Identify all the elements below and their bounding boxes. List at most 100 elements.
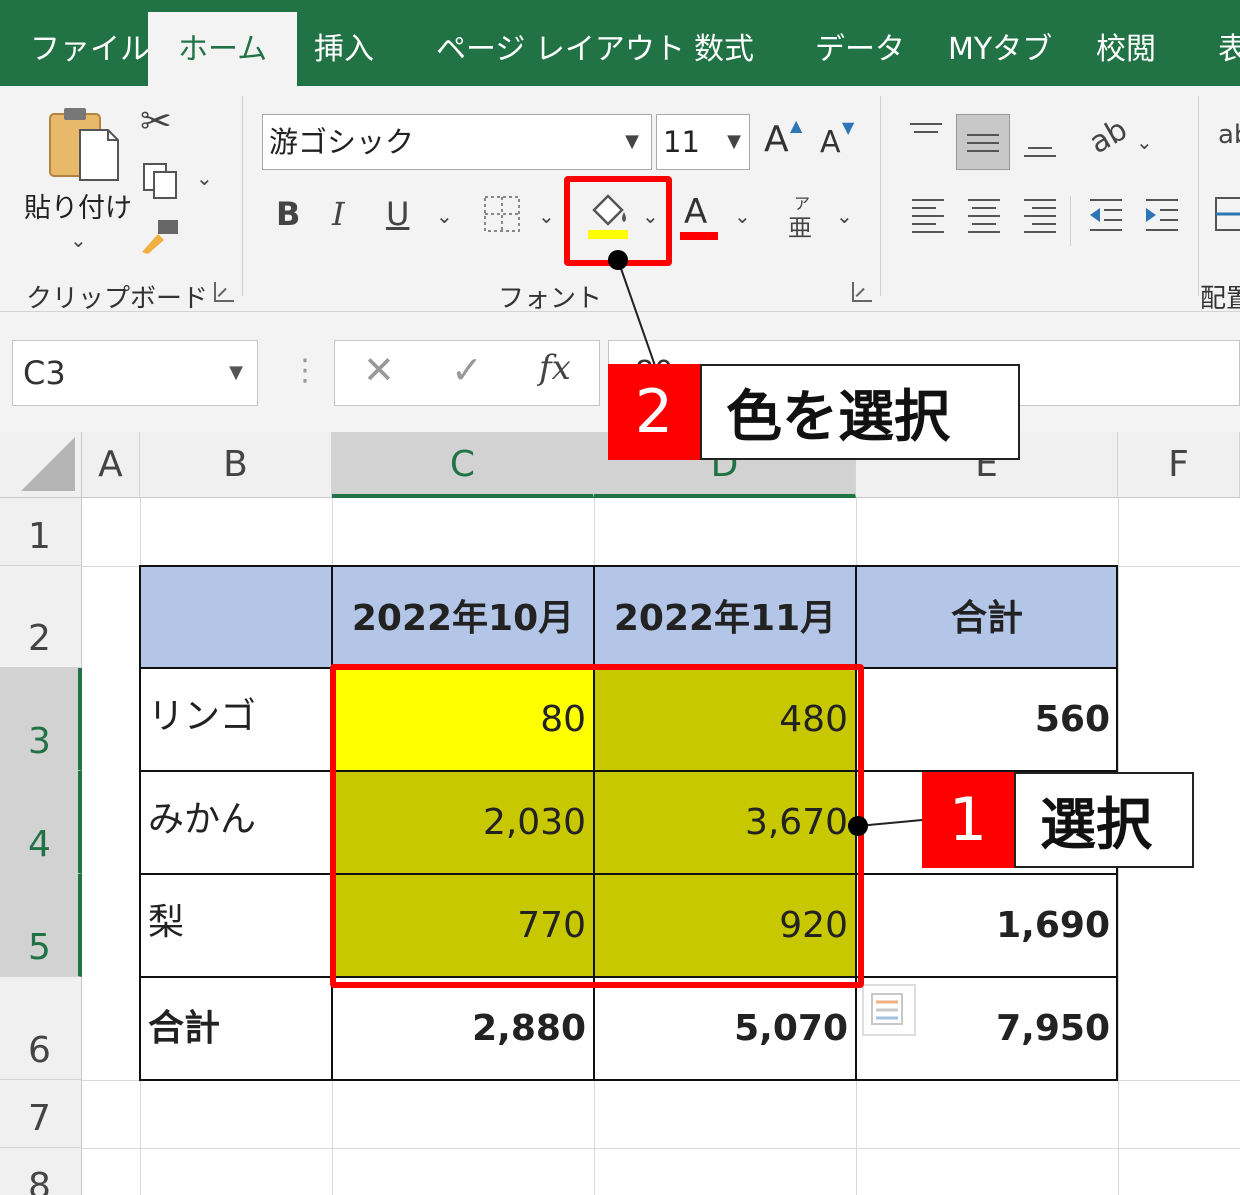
font-color-button[interactable]: A bbox=[680, 192, 720, 240]
column-header-a[interactable]: A bbox=[82, 432, 140, 498]
column-header-c[interactable]: C bbox=[332, 432, 594, 498]
group-separator bbox=[242, 96, 243, 296]
phonetic-base: 亜 bbox=[788, 214, 812, 242]
cell-c6[interactable]: 2,880 bbox=[332, 977, 594, 1080]
clipboard-dialog-launcher-icon[interactable] bbox=[214, 282, 234, 302]
row-header-7[interactable]: 7 bbox=[0, 1080, 82, 1148]
font-dialog-launcher-icon[interactable] bbox=[852, 282, 872, 302]
font-color-dropdown-chevron-icon[interactable]: ⌄ bbox=[734, 206, 751, 226]
copy-dropdown-chevron-icon[interactable]: ⌄ bbox=[196, 168, 213, 188]
align-top-icon[interactable] bbox=[906, 120, 946, 150]
name-box-dropdown-icon: ▼ bbox=[229, 362, 243, 383]
cell-d6[interactable]: 5,070 bbox=[594, 977, 856, 1080]
shrink-font-button[interactable]: A ▼ bbox=[820, 118, 854, 158]
alignment-group-label: 配置 bbox=[1200, 284, 1240, 314]
font-size-dropdown-icon: ▼ bbox=[727, 131, 741, 152]
cell-e5[interactable]: 1,690 bbox=[856, 874, 1118, 977]
tab-home[interactable]: ホーム bbox=[148, 12, 298, 88]
orientation-icon[interactable]: ab bbox=[1084, 112, 1134, 161]
italic-button[interactable]: I bbox=[332, 198, 345, 230]
cell-b6[interactable]: 合計 bbox=[140, 977, 332, 1080]
align-center-icon[interactable] bbox=[964, 194, 1004, 234]
underline-button[interactable]: U bbox=[386, 198, 409, 230]
phonetic-dropdown-chevron-icon[interactable]: ⌄ bbox=[836, 206, 853, 226]
phonetic-guide-button[interactable]: ア 亜 bbox=[788, 190, 818, 242]
group-separator bbox=[1198, 96, 1199, 296]
row-header-1[interactable]: 1 bbox=[0, 498, 82, 566]
name-box-value: C3 bbox=[23, 354, 66, 392]
insert-function-icon[interactable]: fx bbox=[539, 351, 571, 385]
callout-1-anchor-dot bbox=[848, 816, 868, 836]
copy-icon[interactable] bbox=[140, 160, 180, 200]
header-cell-d2[interactable]: 2022年11月 bbox=[594, 566, 856, 668]
select-all-corner[interactable] bbox=[0, 432, 82, 498]
enter-icon[interactable]: ✓ bbox=[451, 351, 483, 389]
cell-b3[interactable]: リンゴ bbox=[140, 668, 332, 766]
underline-dropdown-chevron-icon[interactable]: ⌄ bbox=[436, 206, 453, 226]
name-box[interactable]: C3 ▼ bbox=[12, 340, 258, 406]
group-separator bbox=[1070, 196, 1071, 246]
cell-b4[interactable]: みかん bbox=[140, 771, 332, 869]
tab-formulas[interactable]: 数式 bbox=[694, 22, 754, 78]
paste-dropdown-chevron-icon[interactable]: ⌄ bbox=[70, 230, 87, 250]
column-header-f[interactable]: F bbox=[1118, 432, 1240, 498]
grow-font-button[interactable]: A ▲ bbox=[764, 116, 802, 158]
callout-1-text: 選択 bbox=[1014, 772, 1194, 868]
borders-icon[interactable] bbox=[482, 194, 522, 234]
callout-2-text: 色を選択 bbox=[700, 364, 1020, 460]
wrap-text-icon[interactable]: ab bbox=[1218, 122, 1240, 148]
merge-center-icon[interactable] bbox=[1214, 194, 1240, 234]
increase-indent-icon[interactable] bbox=[1142, 194, 1182, 234]
tab-data[interactable]: データ bbox=[815, 22, 905, 78]
header-cell-c2[interactable]: 2022年10月 bbox=[332, 566, 594, 668]
shrink-arrow-icon: ▼ bbox=[842, 118, 855, 137]
row-header-3[interactable]: 3 bbox=[0, 668, 82, 771]
font-color-icon: A bbox=[684, 192, 708, 232]
tab-page-layout[interactable]: ページ レイアウト bbox=[436, 22, 685, 78]
paste-button[interactable]: 貼り付け ⌄ bbox=[20, 100, 132, 260]
bold-button[interactable]: B bbox=[276, 198, 300, 230]
align-bottom-icon[interactable] bbox=[1020, 130, 1060, 170]
align-right-icon[interactable] bbox=[1020, 194, 1060, 234]
callout-2-number: 2 bbox=[608, 364, 700, 460]
row-header-6[interactable]: 6 bbox=[0, 977, 82, 1080]
ribbon-tab-bar: ファイル ホーム 挿入 ページ レイアウト 数式 データ MYタブ 校閲 表 bbox=[0, 0, 1240, 88]
font-group-label: フォント bbox=[498, 284, 603, 314]
font-name-select[interactable]: 游ゴシック ▼ bbox=[262, 114, 652, 170]
cell-b5[interactable]: 梨 bbox=[140, 874, 332, 972]
decrease-indent-icon[interactable] bbox=[1086, 194, 1126, 234]
selection-highlight-box bbox=[330, 664, 864, 988]
row-header-5[interactable]: 5 bbox=[0, 874, 82, 977]
tab-file[interactable]: ファイル bbox=[30, 22, 150, 78]
clipboard-group-label: クリップボード bbox=[26, 284, 209, 314]
format-painter-icon[interactable] bbox=[138, 216, 182, 256]
align-middle-icon bbox=[967, 134, 999, 152]
cancel-icon[interactable]: ✕ bbox=[363, 351, 395, 389]
row-header-4[interactable]: 4 bbox=[0, 771, 82, 874]
borders-dropdown-chevron-icon[interactable]: ⌄ bbox=[538, 206, 555, 226]
font-color-bar bbox=[680, 232, 718, 240]
header-cell-e2[interactable]: 合計 bbox=[856, 566, 1118, 668]
font-size-select[interactable]: 11 ▼ bbox=[656, 114, 750, 170]
formula-buttons: ✕ ✓ fx bbox=[334, 340, 600, 406]
align-left-icon[interactable] bbox=[908, 194, 948, 234]
tab-view[interactable]: 表 bbox=[1218, 22, 1240, 78]
column-header-b[interactable]: B bbox=[140, 432, 332, 498]
font-size-value: 11 bbox=[663, 125, 700, 159]
align-middle-button[interactable] bbox=[956, 114, 1010, 170]
row-header-2[interactable]: 2 bbox=[0, 566, 82, 668]
callout-2-anchor-dot bbox=[608, 250, 628, 270]
cut-icon[interactable]: ✂ bbox=[140, 102, 172, 140]
callout-1-number: 1 bbox=[922, 772, 1014, 868]
cell-e3[interactable]: 560 bbox=[856, 668, 1118, 771]
clipboard-icon bbox=[49, 108, 119, 181]
row-header-8[interactable]: 8 bbox=[0, 1148, 82, 1195]
tab-insert[interactable]: 挿入 bbox=[314, 22, 374, 78]
orientation-dropdown-chevron-icon[interactable]: ⌄ bbox=[1136, 132, 1153, 152]
group-separator bbox=[880, 96, 881, 296]
quick-analysis-icon[interactable] bbox=[862, 984, 916, 1036]
gridline bbox=[82, 1148, 1240, 1149]
tab-my-tab[interactable]: MYタブ bbox=[948, 22, 1052, 78]
tab-review[interactable]: 校閲 bbox=[1096, 22, 1156, 78]
formula-bar-resize-handle[interactable]: ⋮ bbox=[290, 356, 320, 386]
